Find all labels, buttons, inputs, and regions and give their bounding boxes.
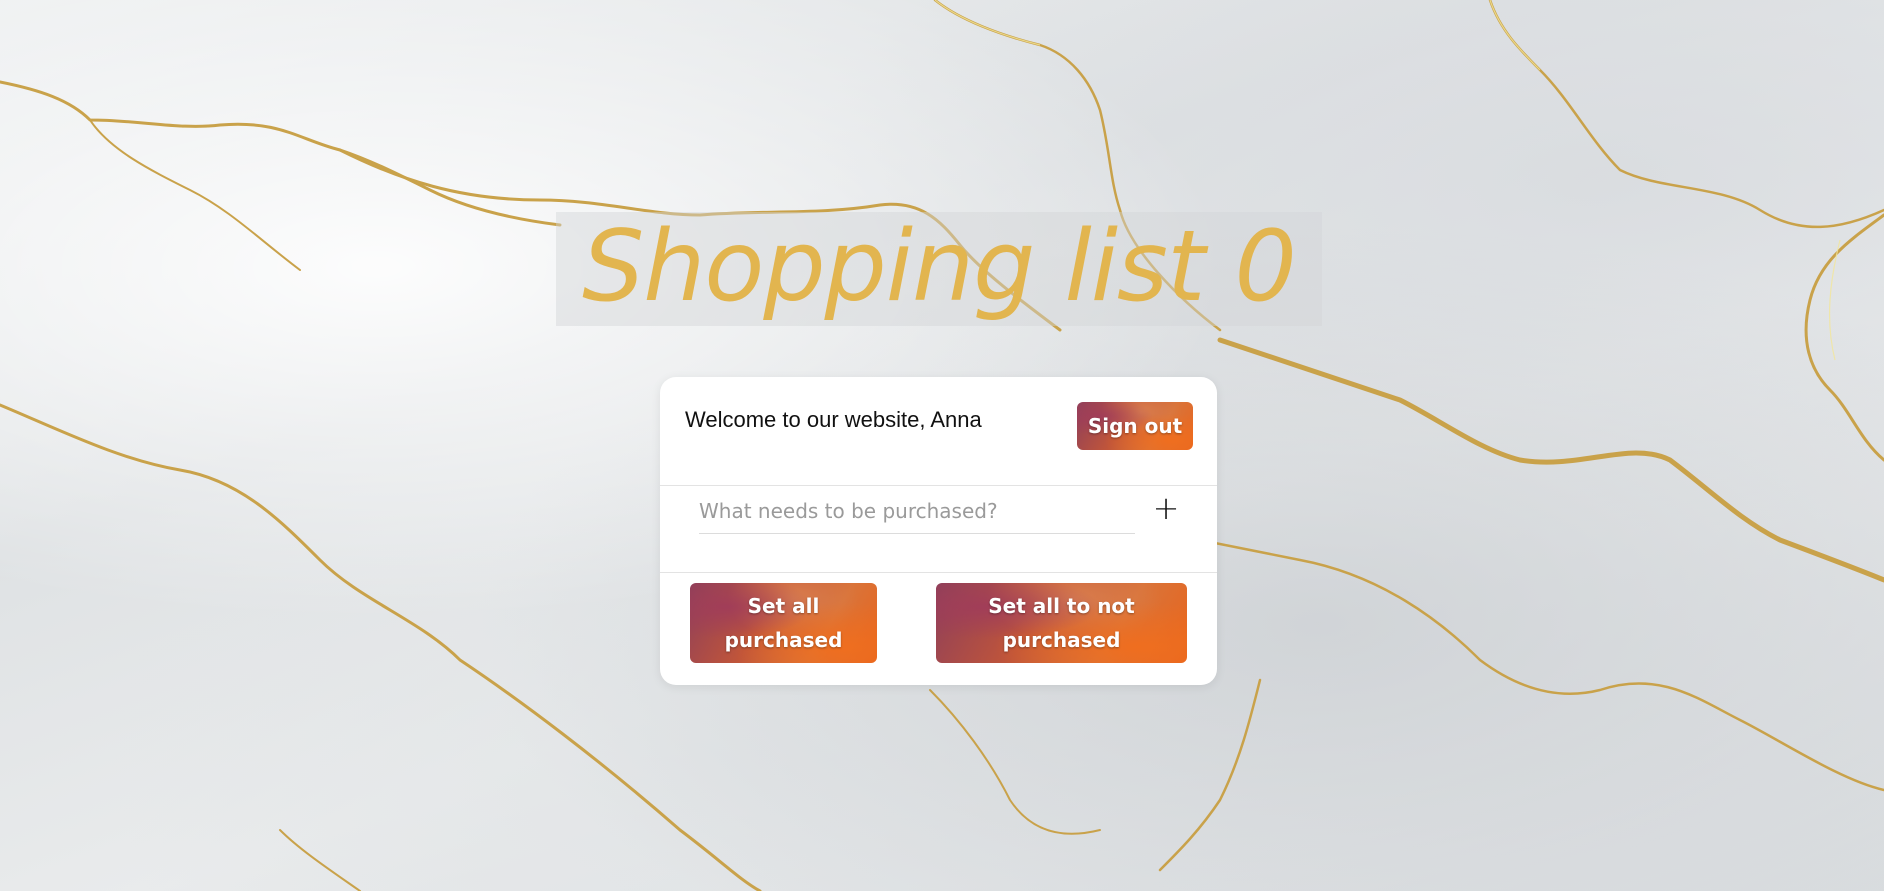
- add-item-button[interactable]: +: [1150, 491, 1182, 525]
- shopping-list-card: Welcome to our website, Anna Sign out + …: [660, 377, 1217, 685]
- page-title: Shopping list 0: [556, 212, 1322, 326]
- sign-out-button[interactable]: Sign out: [1077, 402, 1193, 450]
- set-all-not-purchased-button[interactable]: Set all to not purchased: [936, 583, 1187, 663]
- plus-icon: +: [1152, 489, 1180, 527]
- set-all-purchased-button[interactable]: Set all purchased: [690, 583, 877, 663]
- new-item-input[interactable]: [699, 489, 1135, 534]
- divider: [660, 485, 1217, 486]
- divider: [660, 572, 1217, 573]
- welcome-message: Welcome to our website, Anna: [685, 407, 982, 432]
